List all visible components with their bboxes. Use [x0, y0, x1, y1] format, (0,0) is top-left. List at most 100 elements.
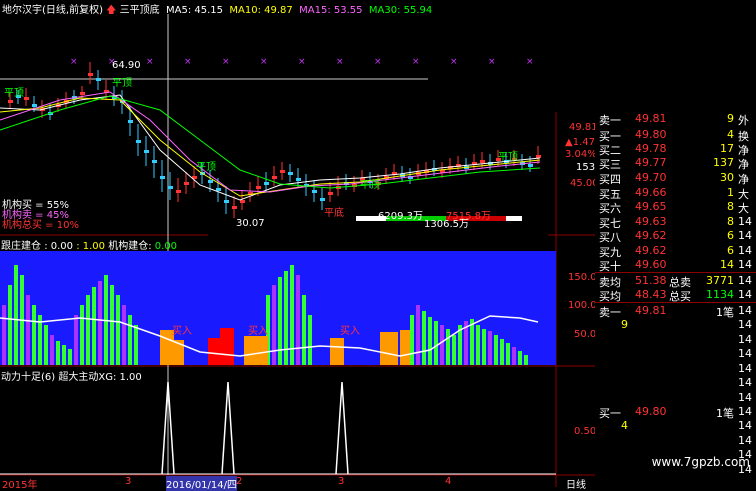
sell1-order-row[interactable]: 卖一 49.81 1笔 14 [595, 304, 756, 319]
side-label-8: 14 [738, 229, 752, 242]
side-label-22: 14 [738, 434, 752, 447]
panel2-axis-100: 100.0 [568, 300, 597, 311]
candle-body [256, 186, 261, 189]
panel2-bar [290, 265, 294, 365]
panel2-bar [512, 347, 516, 365]
panel2-bar [32, 305, 36, 365]
sell1-row[interactable]: 卖一 49.81 9 外 [595, 112, 756, 127]
panel2-bar [128, 315, 132, 365]
buy4-label: 买四 [599, 173, 621, 186]
inst-total-text: 机构总买 = 10% [2, 220, 79, 231]
panel2-bar [440, 325, 444, 365]
panel2-bar [110, 285, 114, 365]
x-marker: × [298, 57, 306, 67]
candle-body [208, 180, 213, 183]
side-label-16: 14 [738, 347, 752, 360]
buy6-row[interactable]: 买六 49.65 8 大 [595, 200, 756, 215]
candle-body [144, 150, 149, 153]
right-pct: 3.04% [565, 149, 597, 160]
buy5-price: 49.66 [635, 186, 667, 199]
panel2-bar [308, 315, 312, 365]
right-change-value: 1.47 [572, 137, 595, 148]
sanping-bottom-1: 平底 [324, 208, 344, 219]
buy1-price: 49.80 [635, 128, 667, 141]
vol-bar-white-2 [506, 216, 522, 221]
buy5-row[interactable]: 买五 49.66 1 大 [595, 186, 756, 201]
buy1-order-row[interactable]: 买一 49.80 1笔 14 [595, 405, 756, 420]
candle-body [296, 178, 301, 181]
panel2-header: 跟庄建仓 : 0.00 : 1.00 机构建仓: 0.00 [1, 237, 177, 252]
candle-body [288, 172, 293, 175]
panel2-bar [86, 295, 90, 365]
panel2-block [400, 330, 410, 365]
side-row-15: 14 [595, 333, 756, 348]
buy1-sub-row: 4 14 [595, 419, 756, 434]
panel2-v1: : 0.00 [44, 241, 74, 252]
candle-body [240, 200, 245, 203]
ma10-label: MA10: [229, 5, 261, 16]
panel2-block [380, 332, 398, 365]
chart-header: 地尔汉宇(日线,前复权) 🡅 三平顶底 MA5: 45.15 MA10: 49.… [2, 1, 432, 20]
side-row-18: 14 [595, 376, 756, 391]
buy6-label: 买六 [599, 202, 621, 215]
panel2-title: 跟庄建仓 [1, 241, 41, 252]
buy8-label: 买八 [599, 231, 621, 244]
panel2-bar [278, 277, 282, 365]
panel2-bar [116, 295, 120, 365]
arrow-up-small-icon: ▲ [565, 137, 573, 148]
x-marker: × [526, 57, 534, 67]
axis-tick-4: 4 [445, 476, 452, 487]
indicator-name: 三平顶底 [119, 5, 160, 16]
panel2-axis-150: 150.0 [568, 272, 597, 283]
high-price-label: 64.90 [112, 60, 141, 71]
divider-2 [595, 302, 756, 303]
buy10-row[interactable]: 买十 49.60 14 14 [595, 258, 756, 273]
panel2-bar [302, 295, 306, 365]
period-tab[interactable]: 日线 [566, 476, 586, 491]
buy4-price: 49.70 [635, 171, 667, 184]
panel3-axis-050: 0.50 [574, 426, 597, 437]
candle-body [128, 120, 133, 123]
sell1-label: 卖一 [599, 114, 621, 127]
candle-body [32, 104, 37, 107]
side-label-6: 大 [738, 202, 749, 215]
panel2-bar [410, 315, 414, 365]
buy1-row[interactable]: 买一 49.80 4 换 [595, 128, 756, 143]
panel3-spike [221, 381, 235, 475]
ma10-line [0, 97, 541, 197]
buy4-row[interactable]: 买四 49.70 30 净 [595, 171, 756, 186]
x-marker: × [70, 57, 78, 67]
panel2-bar [428, 317, 432, 365]
buy-tag-3: 买入 [340, 326, 360, 337]
panel2-label2: 机构建仓: [108, 241, 152, 252]
buy3-row[interactable]: 买三 49.77 137 净 [595, 156, 756, 171]
buy8-row[interactable]: 买八 49.62 6 14 [595, 229, 756, 244]
candle-body [88, 73, 93, 76]
panel2-bar [500, 339, 504, 365]
panel2-bar [98, 281, 102, 365]
ma5-value: 45.15 [194, 5, 224, 16]
stock-title: 地尔汉宇(日线,前复权) [2, 5, 103, 16]
side-label-18: 14 [738, 376, 752, 389]
panel3-spike [335, 381, 349, 475]
axis-tick-1: 3 [125, 476, 132, 487]
side-label-3: 净 [738, 158, 749, 171]
right-change: ▲1.47 [565, 137, 595, 148]
panel2-bar [494, 335, 498, 365]
candle-body [224, 200, 229, 203]
buy2-row[interactable]: 买二 49.78 17 净 [595, 142, 756, 157]
buy6-price: 49.65 [635, 200, 667, 213]
panel2-bar [506, 343, 510, 365]
ma10-value: 49.87 [264, 5, 293, 16]
panel2-bar [122, 305, 126, 365]
panel2-bar [80, 305, 84, 365]
panel2-bar [434, 321, 438, 365]
panel2-bar [2, 305, 6, 365]
buy9-row[interactable]: 买九 49.62 6 14 [595, 244, 756, 259]
panel2-bar [488, 331, 492, 365]
panel2-block [208, 338, 220, 365]
buy7-row[interactable]: 买七 49.63 8 14 [595, 215, 756, 230]
ma15-label: MA15: [299, 5, 331, 16]
arrow-up-icon: 🡅 [106, 5, 117, 16]
side-row-16: 14 [595, 347, 756, 362]
